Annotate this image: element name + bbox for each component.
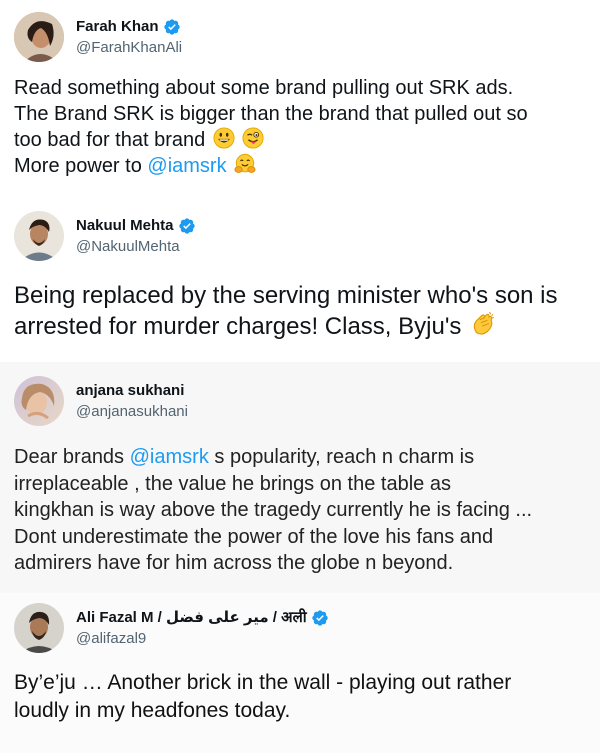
- grinning-face-emoji: [213, 127, 235, 149]
- tweet-header: anjana sukhani @anjanasukhani: [14, 376, 188, 426]
- tweet-text: Being replaced by the serving minister w…: [14, 280, 586, 342]
- tweet-line: Read something about some brand pulling …: [14, 77, 514, 99]
- avatar[interactable]: [14, 211, 64, 261]
- handle[interactable]: @anjanasukhani: [76, 402, 188, 422]
- tweet-line: too bad for that brand: [14, 127, 586, 153]
- tweet-header: Nakuul Mehta @NakuulMehta: [14, 211, 196, 261]
- mention-link[interactable]: @iamsrk: [130, 446, 209, 468]
- tweet-line: Dont underestimate the power of the love…: [14, 525, 494, 548]
- hugging-face-emoji: [234, 153, 256, 173]
- avatar[interactable]: [14, 12, 64, 62]
- tweet-line: kingkhan is way above the tragedy curren…: [14, 499, 533, 521]
- clapping-hands-emoji: [473, 311, 495, 335]
- tweet-card-anjana[interactable]: anjana sukhani @anjanasukhani Dear brand…: [0, 362, 600, 593]
- tweet-text: Dear brands @iamsrk s popularity, reach …: [14, 444, 586, 577]
- tweet-card-farah[interactable]: Farah Khan @FarahKhanAli Read something …: [0, 0, 600, 199]
- tweet-line: By’e’ju … Another brick in the wall - pl…: [14, 671, 512, 694]
- tweet-line: The Brand SRK is bigger than the brand t…: [14, 103, 528, 125]
- tweet-text: By’e’ju … Another brick in the wall - pl…: [14, 669, 586, 725]
- tweet-line: Dear brands @iamsrk s popularity, reach …: [14, 446, 475, 468]
- tweet-line: Being replaced by the serving minister w…: [14, 282, 558, 309]
- winking-tongue-face-emoji: [242, 127, 264, 149]
- avatar[interactable]: [14, 603, 64, 653]
- verified-badge-icon: [178, 217, 195, 234]
- verified-badge-icon: [163, 18, 180, 35]
- handle[interactable]: @FarahKhanAli: [76, 38, 182, 58]
- display-name[interactable]: Farah Khan: [76, 17, 159, 37]
- mention-link[interactable]: @iamsrk: [147, 155, 226, 177]
- tweet-text: Read something about some brand pulling …: [14, 75, 586, 179]
- tweet-header: Ali Fazal M / میر علی فضل / अली @alifaza…: [14, 603, 329, 653]
- tweet-card-nakuul[interactable]: Nakuul Mehta @NakuulMehta Being replaced…: [0, 199, 600, 362]
- display-name[interactable]: anjana sukhani: [76, 381, 184, 401]
- tweet-line: More power to @iamsrk: [14, 153, 586, 179]
- handle[interactable]: @NakuulMehta: [76, 237, 196, 257]
- tweet-line: loudly in my headfones today.: [14, 699, 291, 722]
- handle[interactable]: @alifazal9: [76, 629, 329, 649]
- tweet-line: irreplaceable , the value he brings on t…: [14, 472, 451, 495]
- tweet-line: arrested for murder charges! Class, Byju…: [14, 311, 586, 342]
- verified-badge-icon: [311, 609, 328, 626]
- tweet-card-ali[interactable]: Ali Fazal M / میر علی فضل / अली @alifaza…: [0, 593, 600, 753]
- avatar[interactable]: [14, 376, 64, 426]
- tweet-line: admirers have for him across the globe n…: [14, 552, 454, 574]
- display-name[interactable]: Ali Fazal M / میر علی فضل / अली: [76, 608, 307, 628]
- tweet-header: Farah Khan @FarahKhanAli: [14, 12, 182, 62]
- display-name[interactable]: Nakuul Mehta: [76, 216, 174, 236]
